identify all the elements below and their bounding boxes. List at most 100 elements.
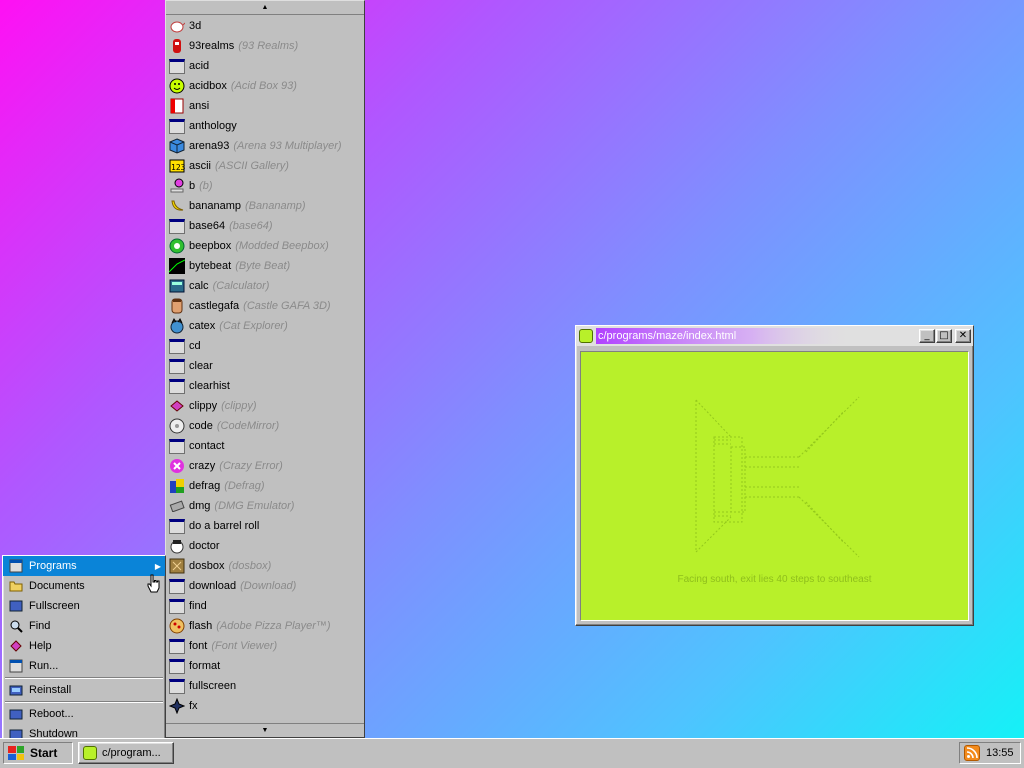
app-window-icon — [169, 658, 185, 674]
app-window-icon — [169, 118, 185, 134]
program-item[interactable]: format — [166, 656, 364, 676]
banana-icon — [169, 198, 185, 214]
program-item[interactable]: code (CodeMirror) — [166, 416, 364, 436]
app-window-icon — [169, 218, 185, 234]
program-description: (Font Viewer) — [211, 640, 278, 652]
program-item[interactable]: fullscreen — [166, 676, 364, 696]
program-name: anthology — [189, 120, 237, 132]
program-description: (Modded Beepbox) — [235, 240, 329, 252]
program-item[interactable]: clear — [166, 356, 364, 376]
program-item[interactable]: do a barrel roll — [166, 516, 364, 536]
start-menu-item-help[interactable]: Help — [3, 636, 165, 656]
program-name: crazy — [189, 460, 216, 472]
maze-viewport[interactable]: Facing south, exit lies 40 steps to sout… — [580, 351, 969, 621]
window-title: c/programs/maze/index.html — [598, 330, 737, 342]
start-menu-item-reinstall[interactable]: Reinstall — [3, 680, 165, 700]
pizza-icon — [169, 618, 185, 634]
program-item[interactable]: download (Download) — [166, 576, 364, 596]
program-item[interactable]: acid — [166, 56, 364, 76]
program-item[interactable]: font (Font Viewer) — [166, 636, 364, 656]
start-menu-item-run[interactable]: Run... — [3, 656, 165, 676]
run-icon — [9, 659, 23, 673]
program-item[interactable]: castlegafa (Castle GAFA 3D) — [166, 296, 364, 316]
program-item[interactable]: base64 (base64) — [166, 216, 364, 236]
error-icon — [169, 458, 185, 474]
program-description: (ASCII Gallery) — [215, 160, 289, 172]
system-tray: 13:55 — [959, 742, 1021, 764]
app-window-icon — [169, 438, 185, 454]
program-item[interactable]: cd — [166, 336, 364, 356]
program-item[interactable]: crazy (Crazy Error) — [166, 456, 364, 476]
minimize-button[interactable]: _ — [919, 329, 935, 343]
program-item[interactable]: 123 ascii (ASCII Gallery) — [166, 156, 364, 176]
start-menu-item-programs[interactable]: Programs ▶ — [3, 556, 165, 576]
program-item[interactable]: dosbox (dosbox) — [166, 556, 364, 576]
start-button[interactable]: Start — [3, 742, 73, 764]
program-item[interactable]: contact — [166, 436, 364, 456]
program-name: cd — [189, 340, 201, 352]
app-window-icon — [169, 518, 185, 534]
program-item[interactable]: acidbox (Acid Box 93) — [166, 76, 364, 96]
program-name: 93realms — [189, 40, 235, 52]
program-item[interactable]: clearhist — [166, 376, 364, 396]
program-item[interactable]: arena93 (Arena 93 Multiplayer) — [166, 136, 364, 156]
start-menu-label: Find — [29, 620, 51, 632]
program-item[interactable]: bananamp (Bananamp) — [166, 196, 364, 216]
program-name: acid — [189, 60, 210, 72]
program-item[interactable]: find — [166, 596, 364, 616]
program-item[interactable]: defrag (Defrag) — [166, 476, 364, 496]
program-name: castlegafa — [189, 300, 240, 312]
close-button[interactable]: ✕ — [955, 329, 971, 343]
program-item[interactable]: beepbox (Modded Beepbox) — [166, 236, 364, 256]
clock[interactable]: 13:55 — [986, 747, 1014, 759]
scroll-up-arrow[interactable]: ▲ — [166, 1, 364, 15]
maze-window[interactable]: c/programs/maze/index.html _ □ ✕ Facing … — [575, 325, 974, 626]
start-menu-item-fullscreen[interactable]: Fullscreen — [3, 596, 165, 616]
find-icon — [9, 619, 23, 633]
program-name: font — [189, 640, 208, 652]
rss-icon[interactable] — [964, 745, 980, 761]
program-item[interactable]: bytebeat (Byte Beat) — [166, 256, 364, 276]
program-name: base64 — [189, 220, 226, 232]
program-name: calc — [189, 280, 209, 292]
start-menu-item-find[interactable]: Find — [3, 616, 165, 636]
program-item[interactable]: 3d — [166, 16, 364, 36]
folder-icon — [9, 579, 23, 593]
program-description: (Byte Beat) — [235, 260, 291, 272]
program-item[interactable]: ansi — [166, 96, 364, 116]
program-item[interactable]: flash (Adobe Pizza Player™) — [166, 616, 364, 636]
calculator-icon — [169, 278, 185, 294]
program-item[interactable]: clippy (clippy) — [166, 396, 364, 416]
reinstall-icon — [9, 683, 23, 697]
menu-separator — [5, 677, 163, 679]
window-titlebar[interactable]: c/programs/maze/index.html _ □ ✕ — [576, 326, 973, 346]
program-item[interactable]: calc (Calculator) — [166, 276, 364, 296]
program-name: doctor — [189, 540, 220, 552]
app-window-icon — [169, 58, 185, 74]
program-item[interactable]: b (b) — [166, 176, 364, 196]
start-label: Start — [30, 746, 58, 760]
reboot-icon — [9, 707, 23, 721]
program-item[interactable]: fx — [166, 696, 364, 716]
start-menu-item-documents[interactable]: Documents — [3, 576, 165, 596]
program-item[interactable]: anthology — [166, 116, 364, 136]
fullscreen-icon — [9, 599, 23, 613]
program-description: (Cat Explorer) — [219, 320, 288, 332]
beepbox-icon — [169, 238, 185, 254]
program-item[interactable]: 93realms (93 Realms) — [166, 36, 364, 56]
program-item[interactable]: catex (Cat Explorer) — [166, 316, 364, 336]
program-name: dosbox — [189, 560, 225, 572]
maximize-button[interactable]: □ — [936, 329, 952, 343]
program-name: arena93 — [189, 140, 230, 152]
app-window-icon — [169, 678, 185, 694]
scroll-down-arrow[interactable]: ▼ — [166, 723, 364, 737]
taskbar-maze-button[interactable]: c/program... — [78, 742, 174, 764]
program-name: acidbox — [189, 80, 227, 92]
program-item[interactable]: doctor — [166, 536, 364, 556]
program-description: (b) — [199, 180, 213, 192]
start-menu-item-reboot[interactable]: Reboot... — [3, 704, 165, 724]
windows-logo-icon — [8, 746, 24, 760]
program-item[interactable]: dmg (DMG Emulator) — [166, 496, 364, 516]
maze-status-text: Facing south, exit lies 40 steps to sout… — [677, 574, 872, 585]
program-description: (base64) — [229, 220, 273, 232]
